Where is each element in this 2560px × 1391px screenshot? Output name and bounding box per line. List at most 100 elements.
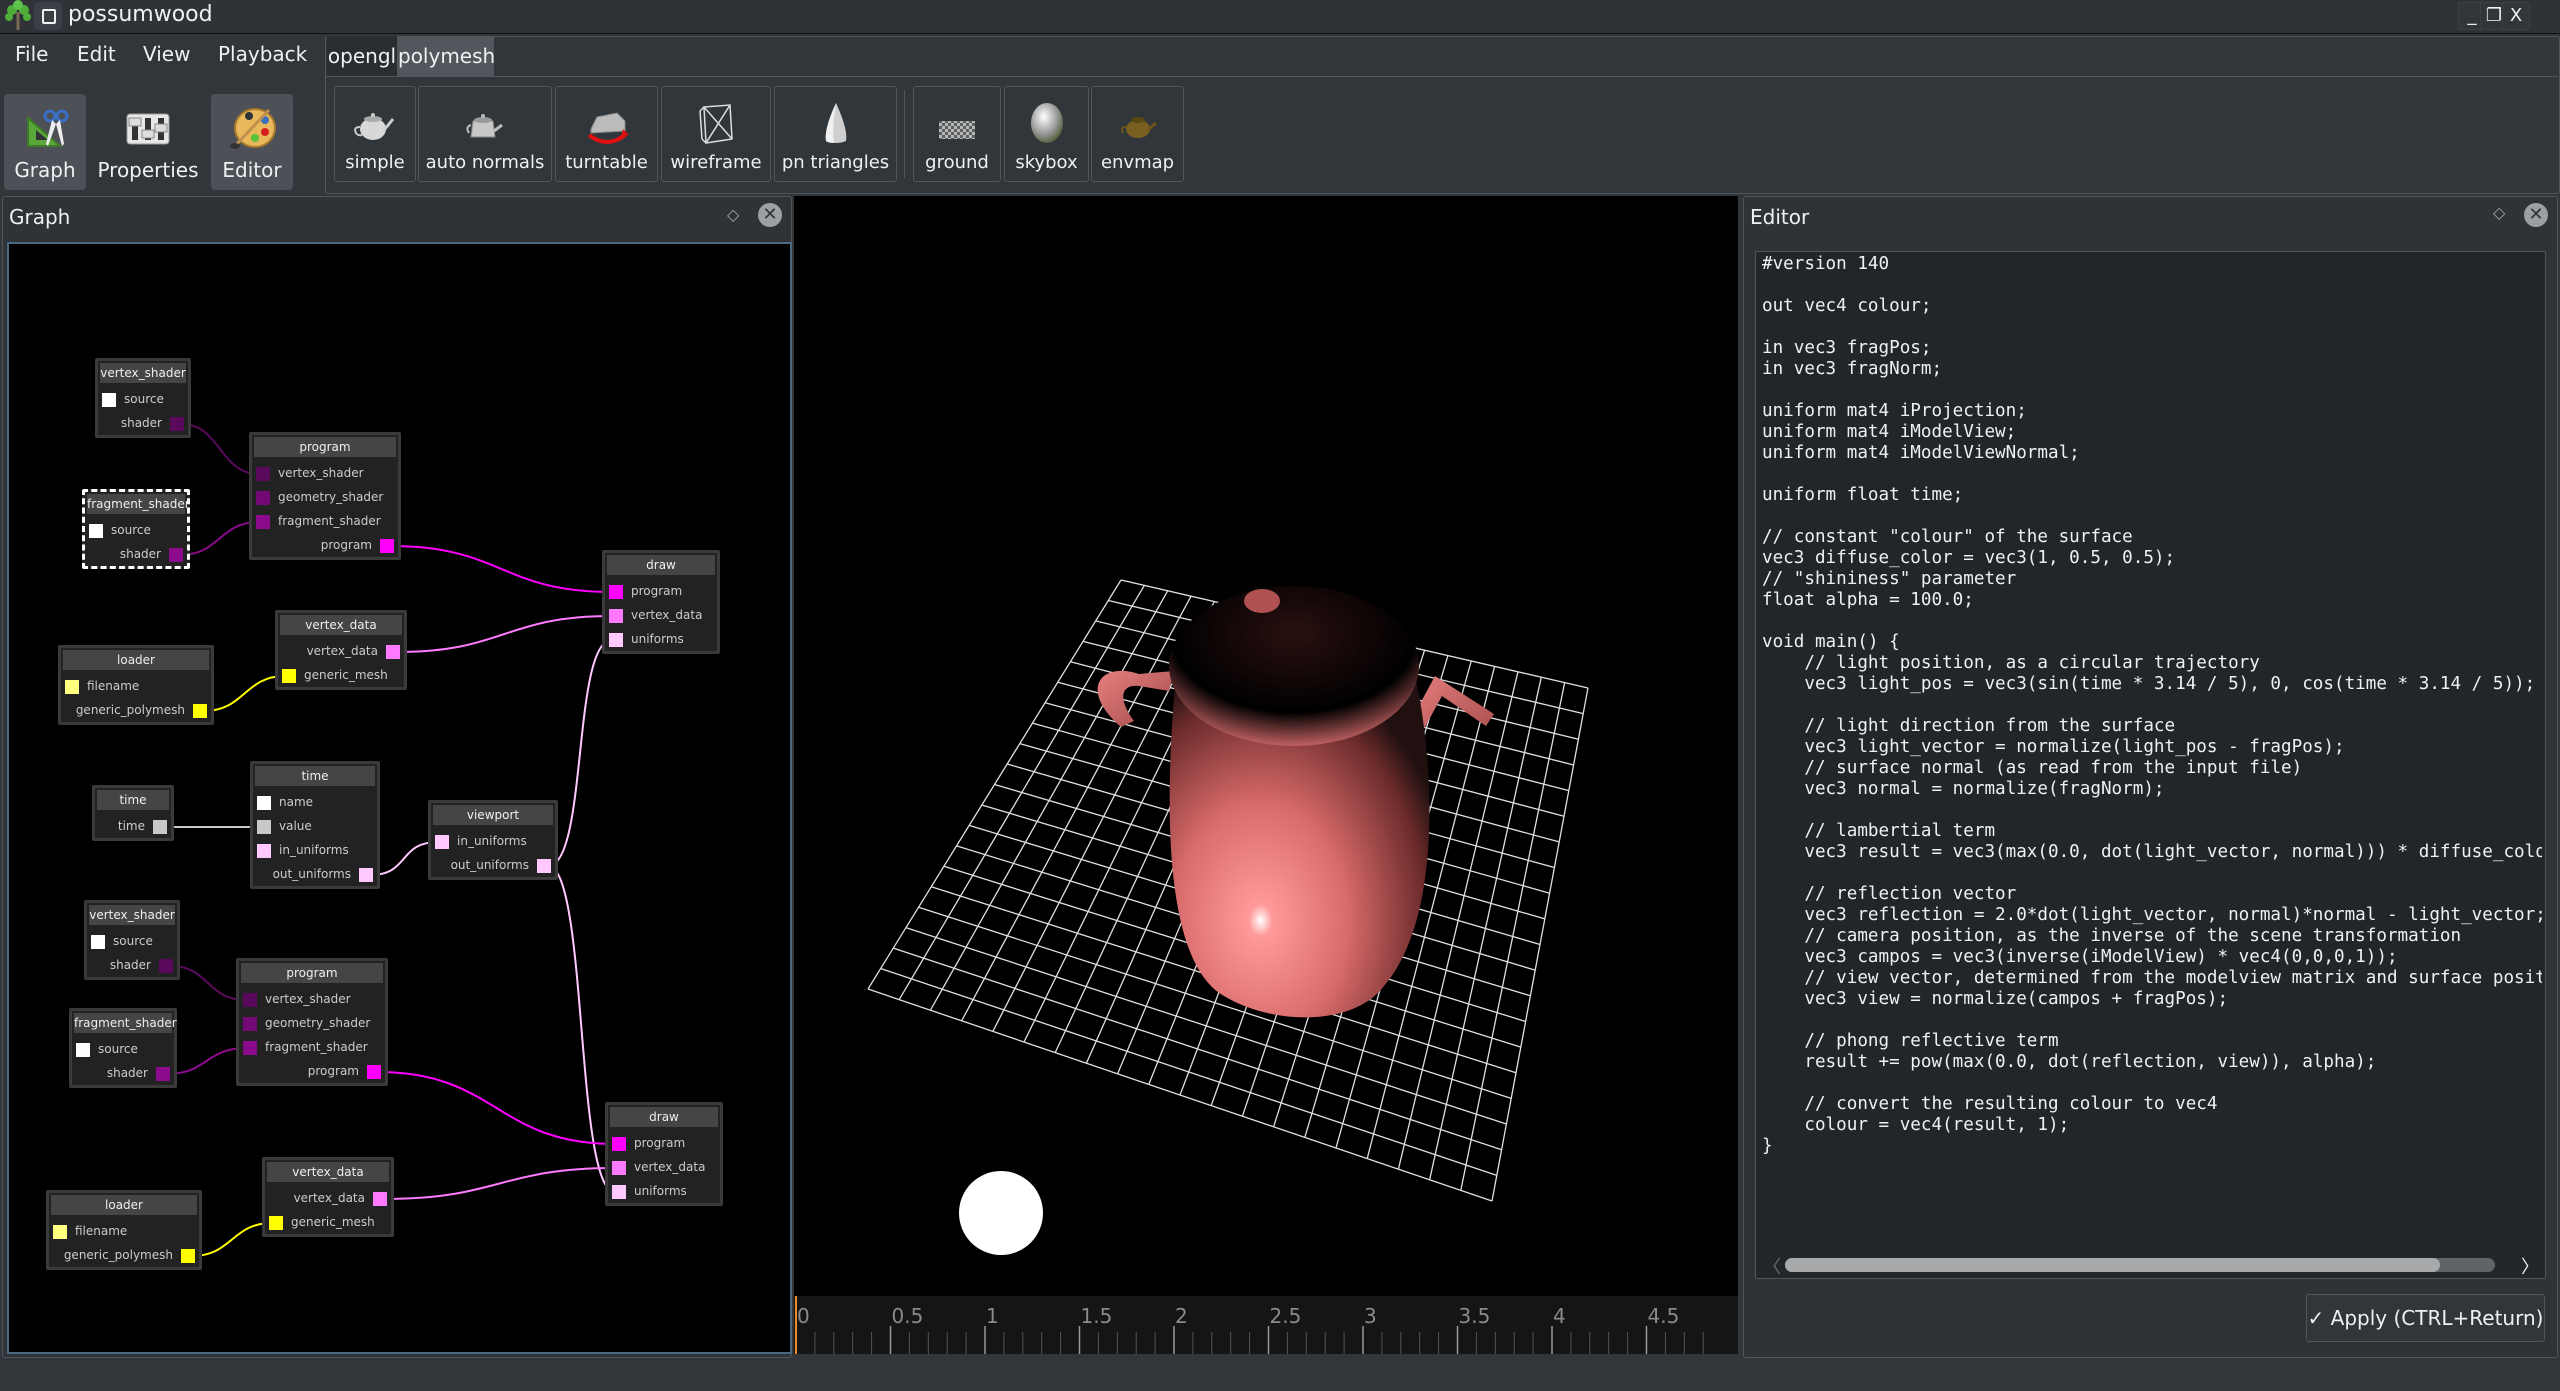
graph-node-program[interactable]: program vertex_shader geometry_shader fragm…: [236, 958, 388, 1086]
graph-connection: [169, 965, 247, 1001]
timeline[interactable]: [794, 1296, 1738, 1354]
port-socket[interactable]: [102, 393, 116, 407]
port-socket[interactable]: [367, 1065, 381, 1079]
port-socket[interactable]: [386, 645, 400, 659]
graph-node-vertex-shader[interactable]: vertex_shader source shader: [95, 358, 191, 438]
port-socket[interactable]: [243, 993, 257, 1007]
graph-node-vertex-data[interactable]: vertex_data vertex_data generic_mesh: [262, 1157, 394, 1237]
port-socket[interactable]: [243, 1017, 257, 1031]
port-socket[interactable]: [282, 669, 296, 683]
scroll-right-button[interactable]: 〉: [2521, 1253, 2539, 1279]
port-socket[interactable]: [537, 859, 551, 873]
grid-line: [893, 947, 1502, 1151]
close-icon: ✕: [762, 204, 778, 225]
menu-file[interactable]: File: [15, 42, 48, 66]
tab-opengl[interactable]: opengl: [327, 36, 398, 76]
toolbar-separator: [904, 90, 905, 178]
tool-envmap[interactable]: envmap: [1091, 86, 1184, 182]
port-source: source: [91, 929, 153, 953]
close-window-button[interactable]: X: [2502, 2, 2530, 30]
port-socket[interactable]: [243, 1041, 257, 1055]
port-socket[interactable]: [612, 1161, 626, 1175]
port-socket[interactable]: [53, 1225, 67, 1239]
graph-connection: [180, 423, 260, 475]
port-socket[interactable]: [153, 820, 167, 834]
tool-skybox[interactable]: skybox: [1004, 86, 1089, 182]
port-label: program: [320, 538, 372, 552]
port-socket[interactable]: [612, 1185, 626, 1199]
tab-polymesh[interactable]: polymesh: [398, 36, 495, 76]
port-socket[interactable]: [91, 935, 105, 949]
port-socket[interactable]: [193, 704, 207, 718]
port-socket[interactable]: [169, 548, 183, 562]
port-socket[interactable]: [609, 633, 623, 647]
graph-node-draw[interactable]: draw program vertex_data uniforms: [602, 550, 720, 654]
graph-node-draw[interactable]: draw program vertex_data uniforms: [605, 1102, 723, 1206]
port-socket[interactable]: [65, 680, 79, 694]
editor-float-button[interactable]: ◇: [2493, 203, 2505, 222]
graph-close-button[interactable]: ✕: [758, 203, 782, 227]
port-socket[interactable]: [612, 1137, 626, 1151]
port-label: filename: [75, 1224, 128, 1238]
menu-view[interactable]: View: [143, 42, 190, 66]
timeline-tick-label: 1.5: [1080, 1304, 1113, 1328]
tool-wireframe[interactable]: wireframe: [661, 86, 771, 182]
port-socket[interactable]: [373, 1192, 387, 1206]
port-socket[interactable]: [269, 1216, 283, 1230]
graph-connection: [383, 1167, 616, 1200]
port-socket[interactable]: [257, 820, 271, 834]
port-socket[interactable]: [256, 515, 270, 529]
port-socket[interactable]: [435, 835, 449, 849]
graph-node-fragment-shader[interactable]: fragment_shader source shader: [82, 489, 190, 569]
graph-float-button[interactable]: ◇: [727, 205, 739, 224]
3d-viewport[interactable]: [794, 196, 1738, 1296]
menu-edit[interactable]: Edit: [77, 42, 116, 66]
scroll-left-button[interactable]: 〈: [1763, 1253, 1781, 1279]
properties-dock-button[interactable]: Properties: [96, 94, 200, 190]
port-shader: shader: [110, 953, 173, 977]
port-socket[interactable]: [89, 524, 103, 538]
port-socket[interactable]: [256, 491, 270, 505]
port-label: generic_polymesh: [63, 1248, 173, 1262]
graph-node-program[interactable]: program vertex_shader geometry_shader fragm…: [249, 432, 401, 560]
editor-close-button[interactable]: ✕: [2524, 203, 2548, 227]
graph-node-time[interactable]: time name value in_uniforms out_uniforms: [250, 761, 380, 889]
port-socket[interactable]: [156, 1067, 170, 1081]
window-menu-button[interactable]: [34, 2, 62, 30]
port-label: vertex_shader: [278, 466, 364, 480]
port-socket[interactable]: [380, 539, 394, 553]
port-program: program: [308, 1059, 381, 1083]
port-socket[interactable]: [159, 959, 173, 973]
graph-node-loader[interactable]: loader filename generic_polymesh: [58, 645, 214, 725]
port-label: time: [117, 819, 145, 833]
graph-dock-button[interactable]: Graph: [4, 94, 86, 190]
port-shader: shader: [120, 542, 183, 566]
tool-simple[interactable]: simple: [334, 86, 416, 182]
tool-turntable[interactable]: turntable: [555, 86, 658, 182]
port-socket[interactable]: [609, 585, 623, 599]
port-socket[interactable]: [181, 1249, 195, 1263]
port-socket[interactable]: [256, 467, 270, 481]
graph-node-time[interactable]: time time: [92, 785, 174, 841]
tool-ground[interactable]: ground: [913, 86, 1001, 182]
shader-code-editor[interactable]: #version 140 out vec4 colour; in vec3 fr…: [1762, 254, 2542, 1244]
graph-node-vertex-shader[interactable]: vertex_shader source shader: [84, 900, 180, 980]
menu-playback[interactable]: Playback: [218, 42, 307, 66]
tool-pn-triangles[interactable]: pn triangles: [774, 86, 897, 182]
graph-canvas[interactable]: vertex_shader source shader fragment_shader…: [7, 242, 792, 1354]
port-socket[interactable]: [609, 609, 623, 623]
graph-node-fragment-shader[interactable]: fragment_shader source shader: [69, 1008, 177, 1088]
tool-auto-normals[interactable]: auto normals: [418, 86, 552, 182]
port-socket[interactable]: [76, 1043, 90, 1057]
port-socket[interactable]: [257, 796, 271, 810]
port-socket[interactable]: [170, 417, 184, 431]
graph-node-viewport[interactable]: viewport in_uniforms out_uniforms: [428, 800, 558, 880]
horizontal-scrollbar-thumb[interactable]: [1785, 1258, 2440, 1272]
port-socket[interactable]: [359, 868, 373, 882]
apply-button[interactable]: ✓ Apply (CTRL+Return): [2306, 1294, 2545, 1342]
port-socket[interactable]: [257, 844, 271, 858]
graph-node-vertex-data[interactable]: vertex_data vertex_data generic_mesh: [275, 610, 407, 690]
port-label: vertex_shader: [265, 992, 351, 1006]
graph-node-loader[interactable]: loader filename generic_polymesh: [46, 1190, 202, 1270]
editor-dock-button[interactable]: Editor: [211, 94, 293, 190]
